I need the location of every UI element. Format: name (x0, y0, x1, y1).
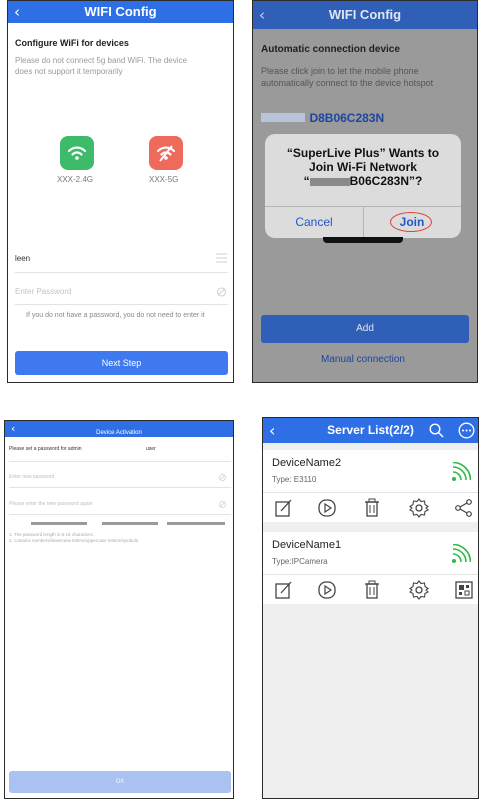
divider (9, 514, 231, 515)
signal-icon (452, 544, 471, 563)
share-icon[interactable] (453, 497, 475, 519)
cancel-button[interactable]: Cancel (265, 206, 363, 238)
dialog-line-2: Join Wi-Fi Network (309, 160, 417, 174)
section-heading: Automatic connection device (261, 44, 400, 55)
header-bar: ‹ Server List(2/2) (263, 418, 478, 443)
divider (9, 461, 231, 462)
eye-icon[interactable] (219, 501, 226, 508)
description-line-2: automatically connect to the device hots… (261, 78, 434, 88)
back-icon[interactable]: ‹ (259, 1, 265, 29)
divider (263, 574, 478, 575)
dialog-line-1: “SuperLive Plus” Wants to (286, 146, 440, 160)
ok-button[interactable]: OK (9, 771, 231, 793)
add-button[interactable]: Add (261, 315, 469, 343)
strength-bar-medium (102, 522, 158, 525)
password-rule-2: 2. contains numbers/lowercase letters/up… (9, 538, 140, 543)
edit-icon[interactable] (273, 579, 295, 601)
device-activation-screen: ‹ Device Activation Please set a passwor… (4, 420, 234, 799)
more-icon[interactable] (458, 422, 475, 439)
edit-icon[interactable] (273, 497, 295, 519)
search-icon[interactable] (429, 423, 444, 438)
redacted-block (309, 177, 350, 186)
new-password-field[interactable]: Enter new password (9, 474, 54, 480)
header-bar: ‹ WIFI Config (253, 1, 477, 29)
page-title: Server List(2/2) (327, 423, 414, 437)
qr-code-icon[interactable] (453, 579, 475, 601)
dialog-shadow-bar (323, 237, 403, 243)
password-label: Please set a password for admin (9, 446, 82, 452)
ssid-suffix: D8B06C283N (309, 110, 385, 125)
description-line-2: does not support it temporarily (15, 67, 123, 76)
device-type: Type: E3110 (272, 475, 317, 484)
strength-bar-weak (31, 522, 87, 525)
divider (15, 304, 228, 305)
list-icon[interactable] (216, 253, 227, 263)
redacted-block (261, 113, 305, 123)
delete-icon[interactable] (361, 497, 383, 519)
band-5g-label: XXX-5G (149, 175, 179, 184)
dialog-line-3: “B06C283N”? (265, 174, 461, 188)
header-bar: ‹ Device Activation (5, 421, 233, 437)
join-wifi-dialog: “SuperLive Plus” Wants to Join Wi-Fi Net… (265, 134, 461, 238)
eye-icon[interactable] (216, 287, 227, 297)
manual-connection-link[interactable]: Manual connection (321, 354, 405, 365)
password-hint: If you do not have a password, you do no… (26, 312, 205, 319)
band-2g-label: XXX-2.4G (57, 175, 94, 184)
dialog-ssid-suffix: B06C283N”? (349, 174, 423, 188)
description-line-1: Please do not connect 5g band WiFi. The … (15, 56, 187, 65)
username-value: user (146, 446, 156, 452)
divider (9, 487, 231, 488)
device-card[interactable]: DeviceName2 Type: E3110 (263, 450, 478, 522)
wifi-icon (67, 146, 87, 160)
settings-icon[interactable] (408, 497, 430, 519)
strength-bar-strong (167, 522, 225, 525)
device-type: Type:IPCamera (272, 557, 328, 566)
wifi-disabled-icon (156, 145, 176, 162)
page-title: WIFI Config (328, 7, 402, 22)
join-button[interactable]: Join (363, 206, 461, 238)
divider (15, 272, 228, 273)
back-icon[interactable]: ‹ (14, 1, 20, 23)
server-list-screen: ‹ Server List(2/2) DeviceName2 Type: E31… (262, 417, 479, 799)
page-title: Device Activation (96, 430, 142, 436)
device-name: DeviceName1 (272, 539, 342, 551)
play-icon[interactable] (316, 497, 338, 519)
auto-connect-screen: ‹ WIFI Config Automatic connection devic… (252, 0, 478, 383)
settings-icon[interactable] (408, 579, 430, 601)
next-step-button[interactable]: Next Step (15, 351, 228, 375)
section-heading: Configure WiFi for devices (15, 38, 129, 48)
password-rule-1: 1. The password length is 8-16 character… (9, 532, 94, 537)
back-icon[interactable]: ‹ (11, 421, 15, 437)
wifi-config-screen: ‹ WIFI Config Configure WiFi for devices… (7, 0, 234, 383)
signal-icon (452, 462, 471, 481)
divider (263, 492, 478, 493)
join-label: Join (399, 215, 425, 229)
page-title: WIFI Config (84, 4, 157, 19)
play-icon[interactable] (316, 579, 338, 601)
back-icon[interactable]: ‹ (269, 418, 275, 443)
ssid-field[interactable]: leen (15, 254, 30, 263)
dialog-message: “SuperLive Plus” Wants to Join Wi-Fi Net… (265, 146, 461, 188)
device-name: DeviceName2 (272, 457, 342, 469)
description-line-1: Please click join to let the mobile phon… (261, 66, 419, 76)
header-bar: ‹ WIFI Config (8, 1, 233, 23)
device-card[interactable]: DeviceName1 Type:IPCamera (263, 532, 478, 604)
confirm-password-field[interactable]: Please enter the new password again (9, 501, 92, 507)
delete-icon[interactable] (361, 579, 383, 601)
password-field[interactable]: Enter Password (15, 287, 71, 296)
band-5g-option[interactable] (149, 136, 183, 170)
band-2g-option[interactable] (60, 136, 94, 170)
eye-icon[interactable] (219, 474, 226, 481)
device-ssid: D8B06C283N (261, 109, 385, 125)
